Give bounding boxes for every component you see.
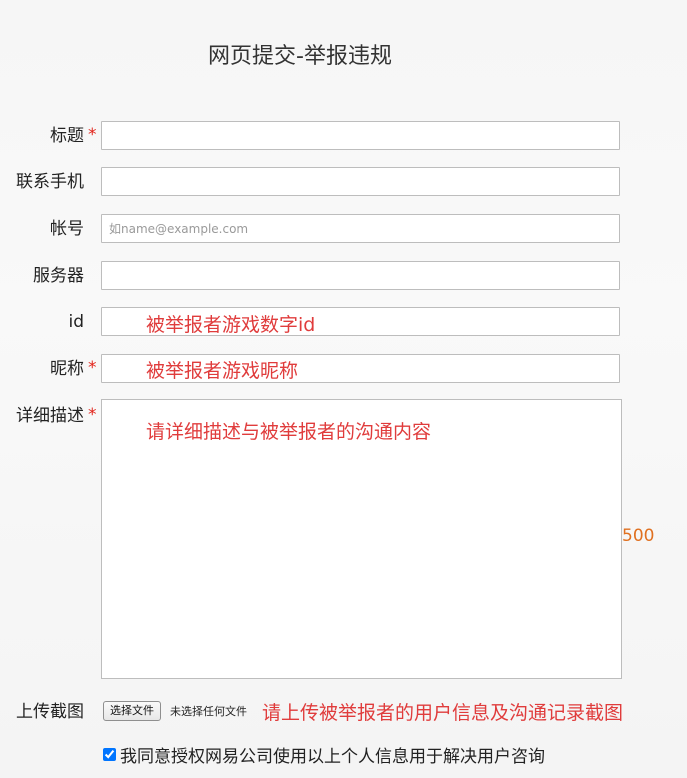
- id-input[interactable]: [101, 307, 620, 336]
- server-row: 服务器: [0, 261, 687, 293]
- char-counter: 500: [622, 526, 655, 546]
- account-input[interactable]: [101, 214, 620, 243]
- id-row: id 被举报者游戏数字id: [0, 307, 687, 339]
- consent-row: 我同意授权网易公司使用以上个人信息用于解决用户咨询: [103, 742, 545, 767]
- title-input[interactable]: [101, 121, 620, 150]
- required-asterisk: *: [88, 125, 97, 145]
- consent-checkbox[interactable]: [103, 748, 116, 761]
- phone-label: 联系手机: [16, 172, 84, 192]
- phone-row: 联系手机: [0, 167, 687, 199]
- account-label: 帐号: [50, 219, 84, 239]
- account-row: 帐号: [0, 214, 687, 246]
- nickname-input[interactable]: [101, 354, 620, 383]
- page-title: 网页提交-举报违规: [208, 44, 392, 69]
- file-status: 未选择任何文件: [170, 705, 247, 718]
- details-label: 详细描述: [16, 406, 84, 426]
- upload-label: 上传截图: [16, 702, 84, 722]
- required-asterisk: *: [88, 358, 97, 378]
- consent-label[interactable]: 我同意授权网易公司使用以上个人信息用于解决用户咨询: [120, 742, 545, 767]
- details-textarea[interactable]: [101, 399, 622, 679]
- phone-input[interactable]: [101, 167, 620, 196]
- server-label: 服务器: [33, 266, 84, 286]
- upload-hint: 请上传被举报者的用户信息及沟通记录截图: [262, 702, 624, 724]
- nickname-label: 昵称: [50, 359, 84, 379]
- required-asterisk: *: [88, 405, 97, 425]
- id-label: id: [68, 312, 84, 332]
- server-input[interactable]: [101, 261, 620, 290]
- title-row: 标题 *: [0, 121, 687, 153]
- nickname-row: 昵称 * 被举报者游戏昵称: [0, 354, 687, 386]
- choose-file-button[interactable]: 选择文件: [103, 701, 161, 721]
- title-label: 标题: [50, 126, 84, 146]
